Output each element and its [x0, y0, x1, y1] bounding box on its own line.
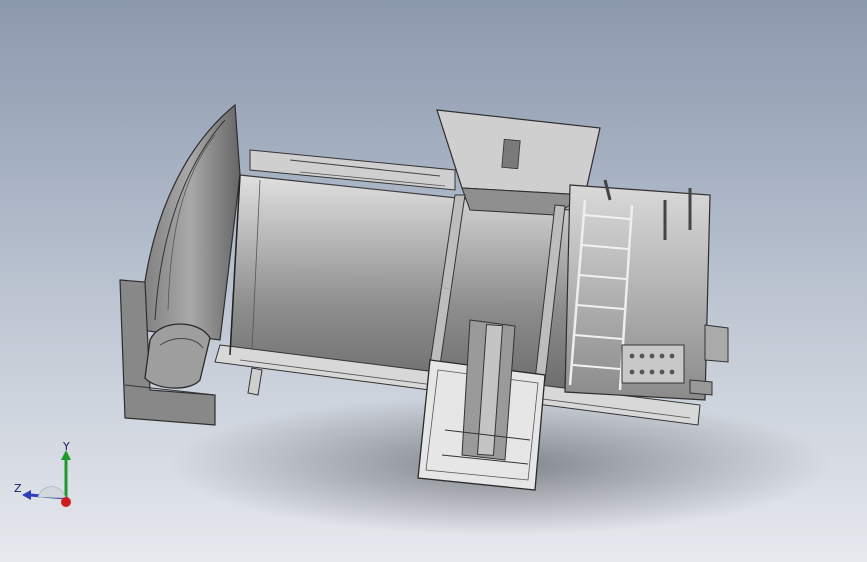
hopper-slot — [501, 138, 521, 170]
graphics-viewport[interactable]: Y Z — [0, 0, 867, 562]
cad-model[interactable] — [0, 0, 867, 562]
orientation-triad: Y Z — [14, 440, 71, 507]
motor-housing — [144, 323, 211, 389]
z-axis-label: Z — [14, 482, 22, 495]
outlet-pipe — [247, 367, 263, 396]
triad-disc — [37, 486, 67, 499]
y-axis-label: Y — [62, 440, 70, 453]
right-end-fitting — [704, 324, 729, 363]
front-end-cover — [139, 103, 241, 341]
z-axis-arrow — [22, 490, 31, 500]
control-panel — [621, 344, 685, 384]
x-axis-dot — [61, 497, 71, 507]
